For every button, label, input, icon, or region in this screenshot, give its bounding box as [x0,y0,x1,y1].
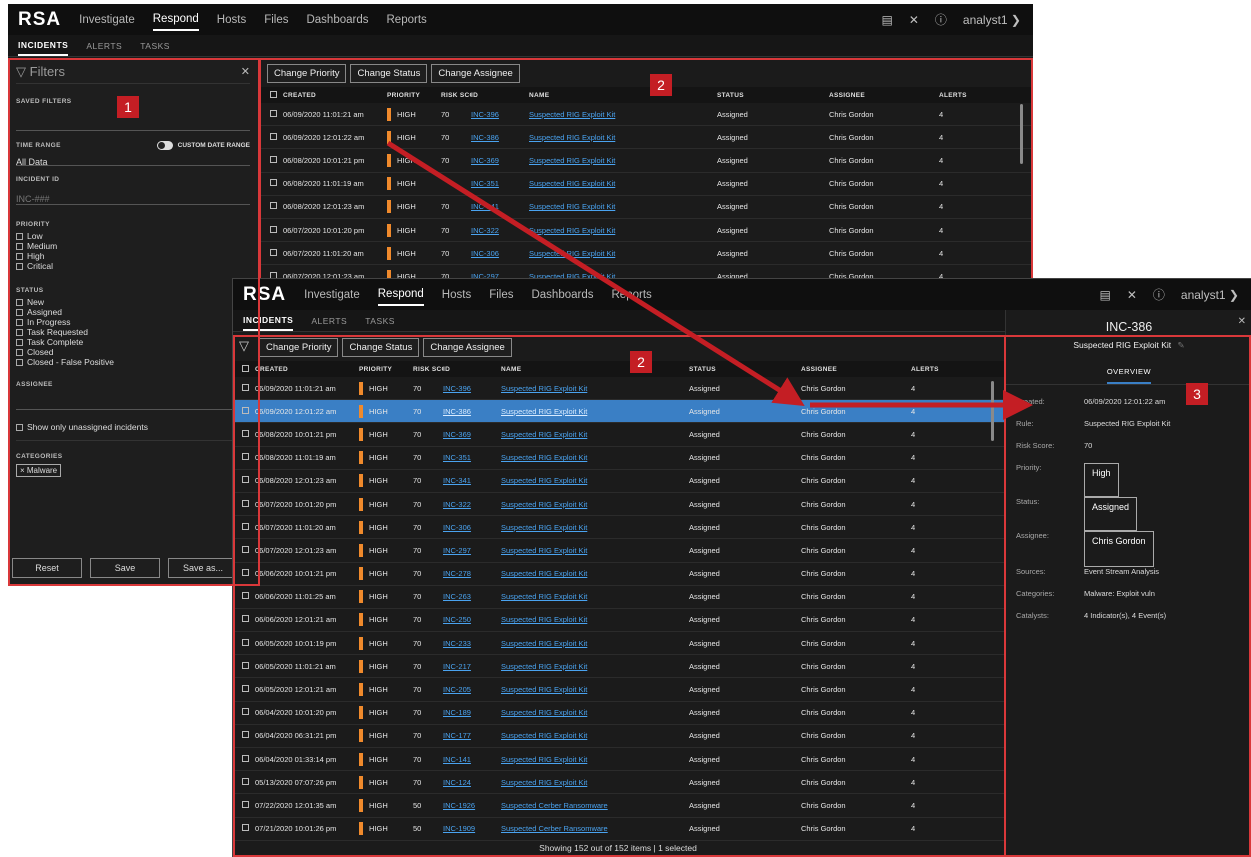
tab-tasks[interactable]: TASKS [140,37,170,55]
callout-box-filters [8,58,260,586]
top-right-tools: ▤ ✕ ⓘ analyst1 ❯ [865,4,1021,35]
notes-icon[interactable]: ▤ [1099,288,1110,302]
tools-icon[interactable]: ✕ [1127,288,1137,302]
user-menu[interactable]: analyst1 ❯ [963,13,1021,27]
help-icon[interactable]: ⓘ [1153,286,1165,303]
close-icon[interactable]: ✕ [1238,316,1246,327]
callout-badge-2: 2 [650,74,672,96]
tab-tasks[interactable]: TASKS [365,312,395,330]
help-icon[interactable]: ⓘ [935,11,947,28]
top-navbar: RSA Investigate Respond Hosts Files Dash… [8,4,1033,35]
callout-badge-2b: 2 [630,351,652,373]
nav-reports[interactable]: Reports [387,10,427,30]
tab-alerts[interactable]: ALERTS [311,312,347,330]
nav-investigate[interactable]: Investigate [79,10,135,30]
overview-incident-id: INC-386 [1105,320,1153,334]
top-right-tools: ▤ ✕ ⓘ analyst1 ❯ [1083,279,1239,310]
nav-files[interactable]: Files [489,285,513,305]
main-nav: Investigate Respond Hosts Files Dashboar… [79,9,445,31]
callout-box-table-bg [259,58,1033,278]
nav-respond[interactable]: Respond [152,9,199,31]
callout-box-overview [1004,335,1251,857]
main-nav: Investigate Respond Hosts Files Dashboar… [304,284,670,306]
nav-respond[interactable]: Respond [377,284,424,306]
nav-hosts[interactable]: Hosts [442,285,471,305]
rsa-logo: RSA [18,8,62,30]
nav-reports[interactable]: Reports [612,285,652,305]
callout-box-table [233,335,1006,857]
sub-tabs: INCIDENTS ALERTS TASKS [8,35,1033,57]
nav-files[interactable]: Files [264,10,288,30]
tab-alerts[interactable]: ALERTS [86,37,122,55]
callout-badge-3: 3 [1186,383,1208,405]
tools-icon[interactable]: ✕ [909,13,919,27]
notes-icon[interactable]: ▤ [881,13,892,27]
nav-dashboards[interactable]: Dashboards [306,10,368,30]
nav-dashboards[interactable]: Dashboards [531,285,593,305]
top-navbar: RSA Investigate Respond Hosts Files Dash… [233,279,1251,310]
callout-badge-1: 1 [117,96,139,118]
user-menu[interactable]: analyst1 ❯ [1181,288,1239,302]
nav-hosts[interactable]: Hosts [217,10,246,30]
nav-investigate[interactable]: Investigate [304,285,360,305]
tab-incidents[interactable]: INCIDENTS [18,36,69,56]
